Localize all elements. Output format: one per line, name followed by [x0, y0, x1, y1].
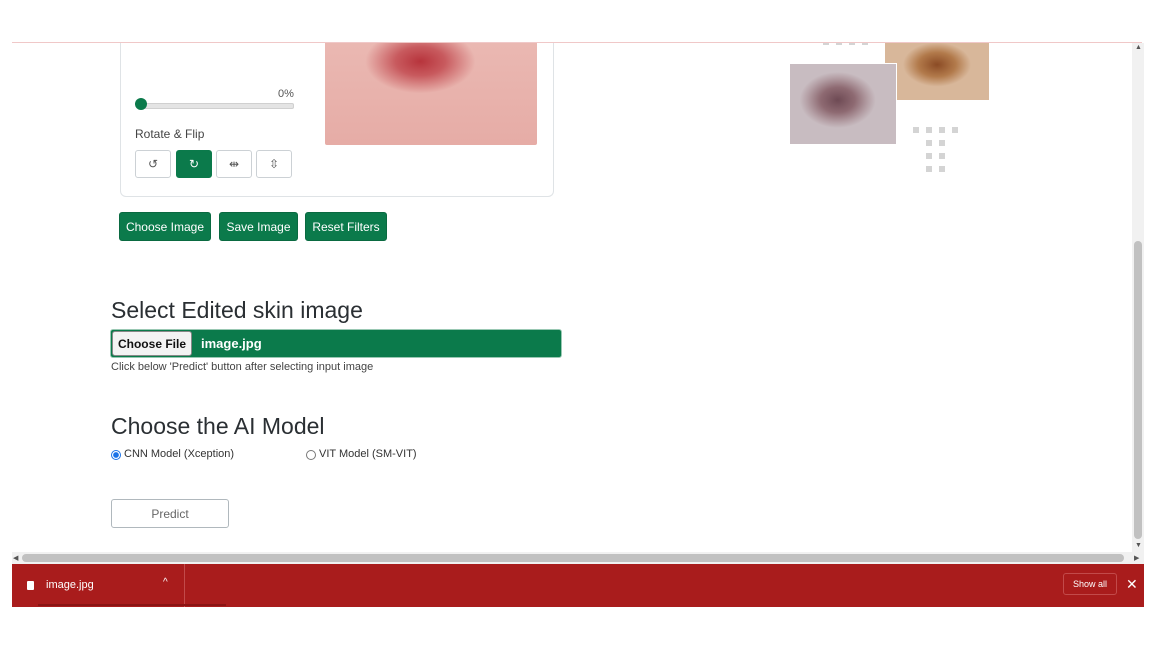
save-image-button[interactable]: Save Image	[219, 212, 298, 241]
decorative-dots	[913, 127, 958, 172]
file-input[interactable]: Choose File image.jpg	[110, 329, 562, 358]
show-all-button[interactable]: Show all	[1063, 573, 1117, 595]
flip-vertical-icon: ⇳	[268, 157, 280, 171]
filter-slider-thumb[interactable]	[135, 98, 147, 110]
rotate-left-button[interactable]: ↺	[135, 150, 171, 178]
rotate-left-icon: ↺	[147, 157, 159, 171]
scroll-left-icon[interactable]: ◀	[13, 554, 18, 562]
chevron-up-icon[interactable]: ^	[163, 577, 168, 588]
model-heading: Choose the AI Model	[111, 413, 325, 439]
reset-filters-button[interactable]: Reset Filters	[305, 212, 387, 241]
cnn-model-label[interactable]: CNN Model (Xception)	[124, 448, 234, 460]
page-viewport: 0% Rotate & Flip ↺ ↻ ⇹ ⇳ Choose Image Sa…	[12, 43, 1132, 552]
predict-button[interactable]: Predict	[111, 499, 229, 528]
flip-horizontal-icon: ⇹	[228, 157, 240, 171]
select-image-heading: Select Edited skin image	[111, 297, 363, 323]
filter-value-percent: 0%	[278, 88, 294, 100]
download-item[interactable]: image.jpg ^	[12, 564, 226, 607]
rotate-right-button[interactable]: ↻	[176, 150, 212, 178]
filter-slider-track[interactable]	[140, 103, 294, 109]
horizontal-scrollbar[interactable]: ◀ ▶	[12, 552, 1144, 564]
choose-image-button[interactable]: Choose Image	[119, 212, 211, 241]
skin-lesion-image	[789, 63, 897, 145]
scroll-up-icon[interactable]: ▲	[1135, 44, 1142, 51]
scroll-down-icon[interactable]: ▼	[1135, 542, 1142, 549]
predict-hint: Click below 'Predict' button after selec…	[111, 361, 374, 373]
flip-vertical-button[interactable]: ⇳	[256, 150, 292, 178]
vit-model-label[interactable]: VIT Model (SM-VIT)	[319, 448, 417, 460]
selected-file-name: image.jpg	[201, 336, 262, 351]
vit-model-radio[interactable]	[306, 450, 316, 460]
skin-lesion-image	[885, 43, 989, 100]
horizontal-scrollbar-thumb[interactable]	[22, 554, 1124, 562]
decorative-dots	[823, 43, 868, 45]
vertical-scrollbar[interactable]: ▲ ▼	[1132, 43, 1144, 552]
download-file-name[interactable]: image.jpg	[46, 579, 94, 591]
scroll-right-icon[interactable]: ▶	[1134, 554, 1139, 562]
download-progress	[38, 604, 226, 606]
rotate-right-icon: ↻	[188, 157, 200, 171]
file-icon	[27, 581, 34, 590]
rotate-flip-label: Rotate & Flip	[135, 127, 205, 141]
choose-file-button[interactable]: Choose File	[112, 331, 192, 356]
image-preview	[325, 43, 537, 145]
download-bar: image.jpg ^ Show all ✕	[12, 564, 1144, 607]
close-icon[interactable]: ✕	[1126, 576, 1138, 593]
vertical-scrollbar-thumb[interactable]	[1134, 241, 1142, 539]
flip-horizontal-button[interactable]: ⇹	[216, 150, 252, 178]
cnn-model-radio[interactable]	[111, 450, 121, 460]
